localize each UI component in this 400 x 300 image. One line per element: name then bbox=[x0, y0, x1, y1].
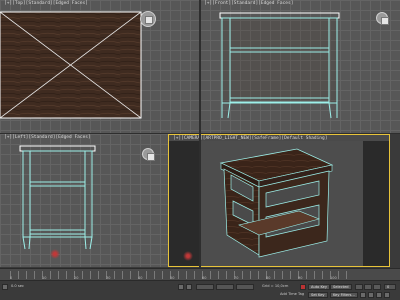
y-coordinate-field[interactable] bbox=[216, 284, 234, 290]
maxscript-listener-icon[interactable] bbox=[2, 284, 8, 290]
status-bar: 0.0 sec Grid = 10,0cm Add Time Tag Auto … bbox=[0, 280, 400, 300]
orbit-icon[interactable] bbox=[376, 292, 382, 298]
current-frame-field[interactable]: 0 bbox=[384, 284, 396, 290]
lock-selection-icon[interactable] bbox=[178, 284, 184, 290]
time-slider-track[interactable]: 0 10 20 30 40 50 60 70 80 90 100 bbox=[0, 268, 400, 280]
viewcube-gizmo[interactable] bbox=[142, 148, 155, 161]
perspective-table-render[interactable] bbox=[169, 135, 390, 267]
zoom-icon[interactable] bbox=[360, 292, 366, 298]
key-filters-button[interactable]: Key Filters... bbox=[330, 292, 358, 298]
top-view-tabletop[interactable] bbox=[0, 0, 200, 133]
maximize-viewport-icon[interactable] bbox=[384, 292, 390, 298]
absolute-mode-icon[interactable] bbox=[186, 284, 192, 290]
z-coordinate-field[interactable] bbox=[236, 284, 254, 290]
play-icon[interactable] bbox=[364, 284, 372, 290]
mini-listener-text[interactable]: 0.0 sec bbox=[11, 284, 24, 288]
x-coordinate-field[interactable] bbox=[196, 284, 214, 290]
go-to-start-icon[interactable] bbox=[355, 284, 363, 290]
viewport-divider-horizontal[interactable] bbox=[0, 133, 400, 134]
set-key-icon[interactable] bbox=[300, 284, 306, 290]
set-key-button[interactable]: Set Key bbox=[308, 292, 328, 298]
viewport-divider-vertical[interactable] bbox=[199, 0, 201, 268]
go-to-end-icon[interactable] bbox=[373, 284, 381, 290]
pan-icon[interactable] bbox=[368, 292, 374, 298]
pivot-marker bbox=[50, 249, 60, 259]
add-time-tag-button[interactable]: Add Time Tag bbox=[280, 292, 304, 296]
front-viewport[interactable]: [+][Front][Standard][Edged Faces] bbox=[200, 0, 400, 133]
front-view-table[interactable] bbox=[200, 0, 400, 133]
pivot-marker bbox=[183, 251, 193, 261]
auto-key-button[interactable]: Auto Key bbox=[308, 284, 331, 290]
selected-dropdown[interactable]: Selected bbox=[330, 284, 352, 290]
viewcube-gizmo[interactable] bbox=[140, 11, 156, 27]
viewcube-gizmo[interactable] bbox=[376, 12, 389, 25]
top-viewport[interactable]: [+][Top][Standard][Edged Faces] bbox=[0, 0, 200, 133]
camera-viewport[interactable]: [+][CAMERA][ARTPRO_LIGHT_NEW][SafeFrame]… bbox=[168, 134, 390, 267]
grid-size-text: Grid = 10,0cm bbox=[262, 284, 289, 288]
